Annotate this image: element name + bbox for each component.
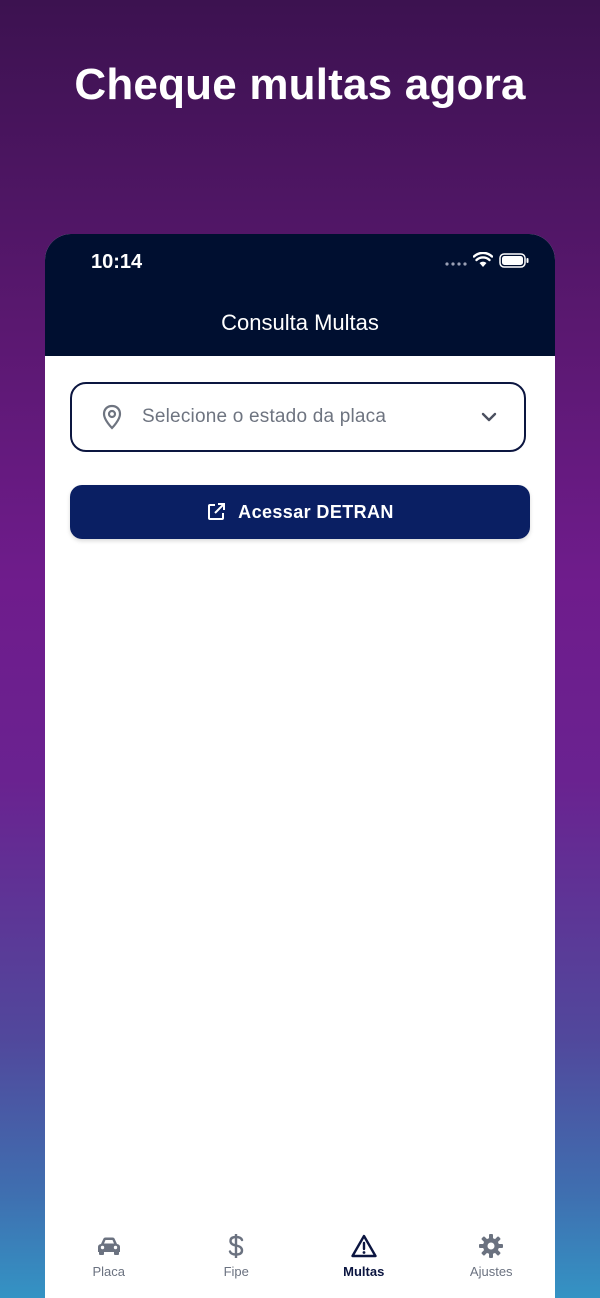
status-icons: [445, 251, 529, 273]
battery-icon: [499, 252, 529, 273]
gear-icon: [477, 1232, 505, 1260]
status-time: 10:14: [91, 251, 143, 273]
tab-placa-label: Placa: [92, 1264, 126, 1279]
wifi-icon: [472, 251, 494, 273]
tab-fipe[interactable]: Fipe: [173, 1226, 301, 1298]
external-link-icon: [206, 501, 228, 523]
state-select[interactable]: Selecione o estado da placa: [70, 382, 526, 452]
tab-multas-label: Multas: [343, 1264, 385, 1279]
state-select-placeholder: Selecione o estado da placa: [142, 406, 387, 427]
phone-screen: 10:14 Consulta Multas Selecione o estado…: [45, 234, 555, 1298]
tab-fipe-label: Fipe: [223, 1264, 249, 1279]
tab-placa[interactable]: Placa: [45, 1226, 173, 1298]
tab-bar: Placa Fipe Multas Ajustes: [45, 1226, 555, 1298]
car-icon: [95, 1232, 123, 1260]
chevron-down-icon: [478, 406, 500, 428]
warning-icon: [350, 1232, 378, 1260]
tab-ajustes-label: Ajustes: [469, 1264, 513, 1279]
signal-icon: [445, 254, 467, 272]
promo-headline: Cheque multas agora: [74, 60, 526, 109]
dollar-icon: [222, 1232, 250, 1260]
page-title: Consulta Multas: [221, 310, 379, 335]
map-pin-icon: [98, 403, 126, 431]
tab-ajustes[interactable]: Ajustes: [428, 1226, 556, 1298]
tab-multas[interactable]: Multas: [300, 1226, 428, 1298]
access-detran-label: Acessar DETRAN: [238, 501, 394, 522]
top-bar: 10:14 Consulta Multas: [45, 234, 555, 356]
access-detran-button[interactable]: Acessar DETRAN: [70, 485, 530, 539]
